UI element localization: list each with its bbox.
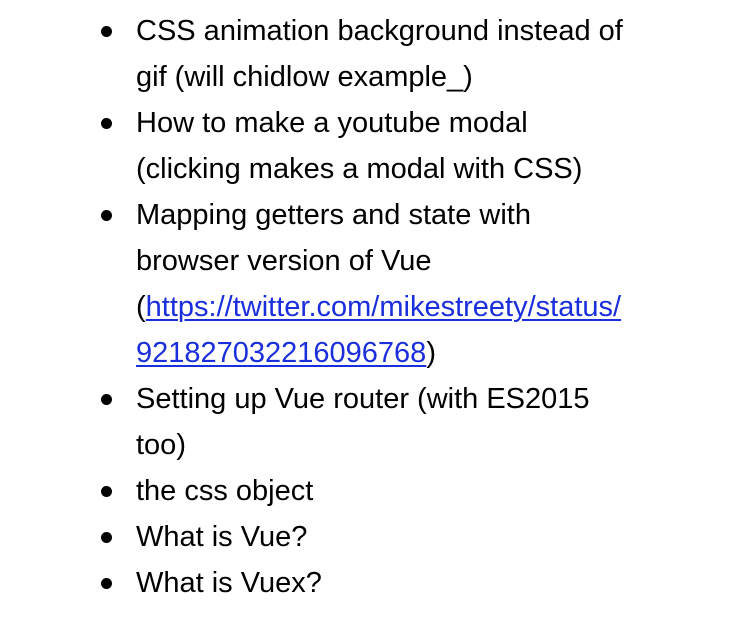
list-item-line: How to make a youtube modal [136,107,528,139]
list-item-line: What is Vuex? [136,567,322,599]
twitter-status-link-continued[interactable]: 921827032216096768 [136,337,426,369]
list-item-line: What is Vue? [136,521,308,553]
list-item-line: Setting up Vue router (with ES2015 [136,383,590,415]
list-item-line: CSS animation background instead of [136,15,623,47]
twitter-status-link[interactable]: https://twitter.com/mikestreety/status/ [146,291,621,323]
bullet-icon [101,118,112,129]
list-item-line: the css object [136,475,314,507]
bullet-icon [101,394,112,405]
list-item-css-animation: CSS animation background instead of gif … [99,8,719,100]
paren-open: ( [136,291,146,323]
bullet-icon [101,486,112,497]
bullet-icon [101,532,112,543]
bullet-list: CSS animation background instead of gif … [99,8,719,606]
list-item-line: browser version of Vue [136,245,432,277]
list-item-line: too) [136,429,186,461]
bullet-icon [101,578,112,589]
list-item-css-object: the css object [99,468,719,514]
list-item-line: (clicking makes a modal with CSS) [136,153,583,185]
list-item-line: Mapping getters and state with [136,199,531,231]
list-item-what-is-vuex: What is Vuex? [99,560,719,606]
bullet-icon [101,26,112,37]
list-item-vue-router: Setting up Vue router (with ES2015 too) [99,376,719,468]
link-line: 921827032216096768) [136,330,719,376]
paren-close: ) [426,337,436,369]
bullet-icon [101,210,112,221]
list-item-mapping-getters: Mapping getters and state with browser v… [99,192,719,376]
list-item-what-is-vue: What is Vue? [99,514,719,560]
list-item-youtube-modal: How to make a youtube modal (clicking ma… [99,100,719,192]
list-item-line: gif (will chidlow example_) [136,61,473,93]
link-line: (https://twitter.com/mikestreety/status/ [136,284,719,330]
